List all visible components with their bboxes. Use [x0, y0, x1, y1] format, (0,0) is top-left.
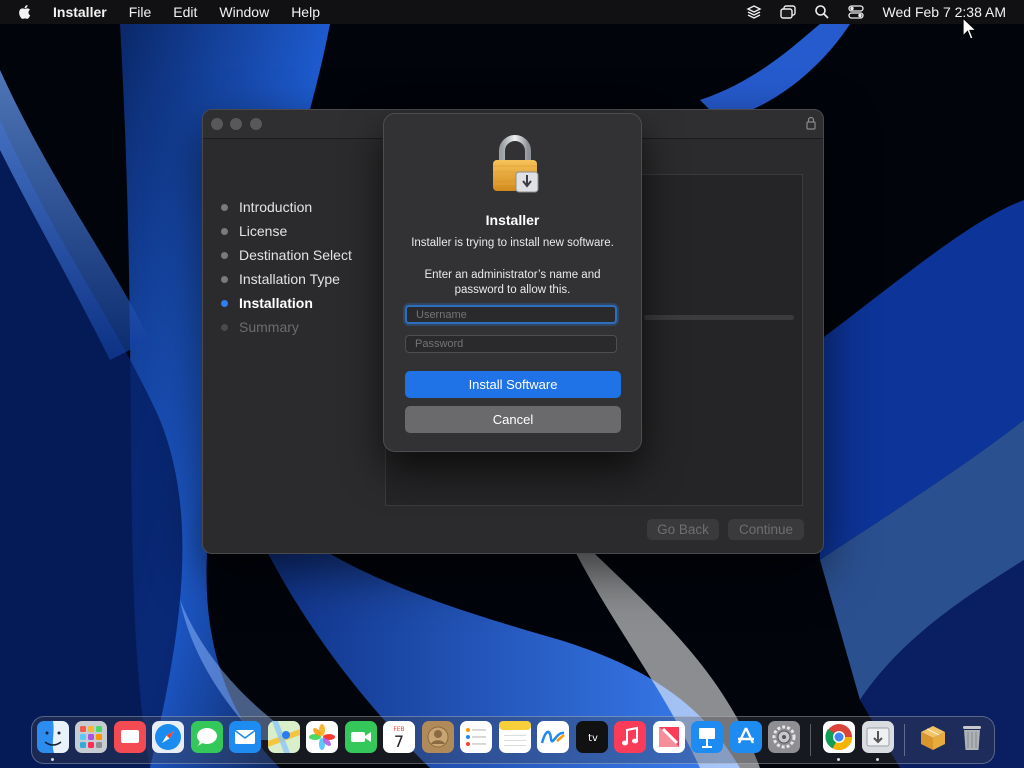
svg-text:tv: tv — [588, 733, 598, 744]
mouse-cursor-icon — [962, 17, 978, 40]
system-settings-icon[interactable] — [768, 721, 800, 753]
step-label: Summary — [239, 319, 299, 335]
step-bullet-icon — [221, 275, 228, 283]
step-bullet-icon — [221, 323, 228, 331]
dialog-prompt: Enter an administrator’s name and passwo… — [424, 269, 601, 296]
freeform-icon[interactable] — [537, 721, 569, 753]
keynote-icon[interactable] — [691, 721, 723, 753]
menu-help[interactable]: Help — [291, 4, 320, 20]
step-destination-select: Destination Select — [221, 243, 352, 267]
step-label: Installation Type — [239, 271, 340, 287]
auth-dialog: Installer Installer is trying to install… — [383, 113, 642, 452]
step-bullet-icon — [221, 299, 228, 307]
running-indicator — [51, 758, 54, 761]
step-bullet-icon — [221, 251, 228, 259]
layers-icon[interactable] — [743, 3, 765, 21]
chrome-icon[interactable] — [823, 721, 855, 753]
menu-bar: Installer File Edit Window Help Wed Feb … — [0, 0, 1024, 24]
step-label: License — [239, 223, 288, 239]
step-introduction: Introduction — [221, 195, 352, 219]
step-installation-type: Installation Type — [221, 267, 352, 291]
dock-separator — [810, 724, 811, 756]
apple-tv-icon[interactable]: tv — [576, 721, 608, 753]
zoom-button[interactable] — [250, 118, 262, 130]
step-label: Installation — [239, 295, 313, 311]
music-icon[interactable] — [614, 721, 646, 753]
maps-icon[interactable] — [268, 721, 300, 753]
minimize-button[interactable] — [230, 118, 242, 130]
menu-app-name[interactable]: Installer — [53, 4, 107, 20]
menu-file[interactable]: File — [129, 4, 152, 20]
finder-icon[interactable] — [37, 721, 69, 753]
screen-mirroring-icon[interactable] — [777, 3, 799, 21]
facetime-icon[interactable] — [345, 721, 377, 753]
svg-text:7: 7 — [394, 732, 404, 751]
close-button[interactable] — [211, 118, 223, 130]
control-center-icon[interactable] — [845, 3, 867, 21]
running-indicator — [837, 758, 840, 761]
reminders-icon[interactable] — [460, 721, 492, 753]
calendar-icon[interactable]: FEB 7 — [383, 721, 415, 753]
step-installation: Installation — [221, 291, 352, 315]
continue-button[interactable]: Continue — [728, 519, 804, 540]
padlock-icon — [493, 135, 539, 193]
search-icon[interactable] — [811, 3, 833, 21]
installer-steps: Introduction License Destination Select … — [221, 195, 352, 339]
app-store-icon[interactable] — [730, 721, 762, 753]
password-field[interactable] — [405, 335, 617, 353]
menu-edit[interactable]: Edit — [173, 4, 197, 20]
photos-icon[interactable] — [306, 721, 338, 753]
step-bullet-icon — [221, 227, 228, 235]
tv-remote-icon[interactable] — [114, 721, 146, 753]
dialog-message: Installer is trying to install new softw… — [411, 237, 614, 249]
step-bullet-icon — [221, 203, 228, 211]
lock-icon — [806, 116, 816, 130]
cancel-button[interactable]: Cancel — [405, 406, 621, 433]
step-license: License — [221, 219, 352, 243]
install-progress-bar — [644, 315, 794, 320]
messages-icon[interactable] — [191, 721, 223, 753]
step-label: Destination Select — [239, 247, 352, 263]
mail-icon[interactable] — [229, 721, 261, 753]
news-icon[interactable] — [653, 721, 685, 753]
menu-window[interactable]: Window — [219, 4, 269, 20]
username-field[interactable] — [405, 305, 617, 324]
running-indicator — [876, 758, 879, 761]
safari-icon[interactable] — [152, 721, 184, 753]
go-back-button[interactable]: Go Back — [647, 519, 719, 540]
launchpad-icon[interactable] — [75, 721, 107, 753]
menu-bar-clock[interactable]: Wed Feb 7 2:38 AM — [883, 4, 1006, 20]
trash-icon[interactable] — [956, 721, 988, 753]
step-label: Introduction — [239, 199, 313, 215]
step-summary: Summary — [221, 315, 352, 339]
installer-icon[interactable] — [862, 721, 894, 753]
notes-icon[interactable] — [499, 721, 531, 753]
apple-menu-icon[interactable] — [17, 4, 37, 20]
package-icon[interactable] — [917, 721, 949, 753]
dialog-title: Installer — [485, 212, 540, 228]
install-software-button[interactable]: Install Software — [405, 371, 621, 398]
dock-separator — [904, 724, 905, 756]
dock: FEB 7 tv — [31, 716, 995, 764]
contacts-icon[interactable] — [422, 721, 454, 753]
